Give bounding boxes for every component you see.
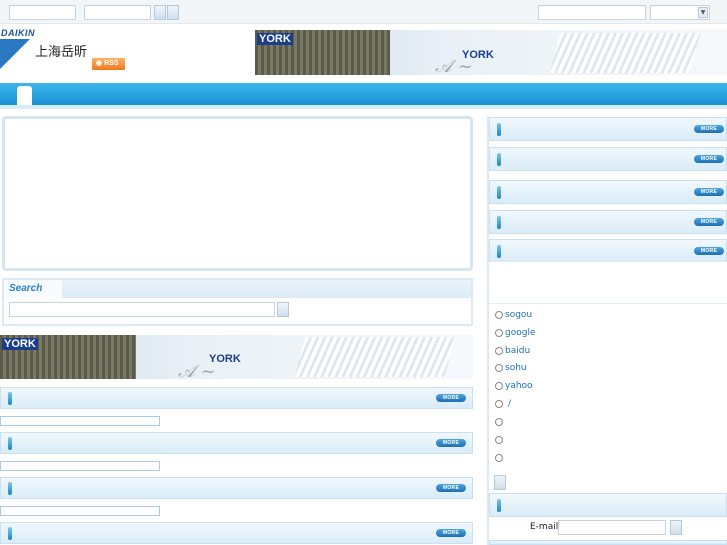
radio-sogou[interactable]: sogou <box>495 308 532 322</box>
company-name: 上海岳昕 <box>35 45 88 60</box>
top-input-2[interactable] <box>84 5 151 20</box>
banner-york-logo-2: YORK <box>209 353 241 365</box>
daikin-mark-icon <box>0 39 30 69</box>
radio-label: sohu <box>505 363 527 373</box>
email-label: E-mail <box>530 522 559 532</box>
main-content-box <box>2 116 473 271</box>
top-search-input[interactable] <box>538 5 646 20</box>
email-input[interactable] <box>558 520 666 535</box>
right-bar-bottom <box>489 540 727 545</box>
top-select[interactable]: ▼ <box>650 5 710 20</box>
right-bar-1: MORE <box>489 117 727 141</box>
more-button[interactable]: MORE <box>694 247 724 255</box>
section-marker-icon <box>8 392 12 405</box>
section-marker-icon <box>8 527 12 540</box>
right-bar-3: MORE <box>489 180 727 204</box>
radio-sohu[interactable]: sohu <box>495 361 527 375</box>
section-bar-3: MORE <box>0 477 473 499</box>
rss-icon: ◉ <box>96 60 103 67</box>
radio-label: google <box>505 328 536 338</box>
section-content-2 <box>0 461 160 471</box>
radio-label: baidu <box>505 346 531 356</box>
radio-icon <box>495 418 503 426</box>
radio-label: yahoo <box>505 381 533 391</box>
right-bar-newsletter <box>489 493 727 517</box>
search-button[interactable] <box>277 302 289 317</box>
more-button[interactable]: MORE <box>694 125 724 133</box>
radio-yahoo[interactable]: yahoo <box>495 379 533 393</box>
search-engine-submit-button[interactable] <box>494 475 506 490</box>
more-button[interactable]: MORE <box>694 218 724 226</box>
radio-option-8[interactable] <box>495 433 505 447</box>
more-button[interactable]: MORE <box>694 188 724 196</box>
radio-google[interactable]: google <box>495 326 535 340</box>
radio-icon <box>495 382 503 390</box>
radio-icon <box>495 329 503 337</box>
more-button[interactable]: MORE <box>694 155 724 163</box>
banner-york-logo-1: YORK <box>257 33 293 45</box>
top-button-1[interactable] <box>154 5 166 20</box>
radio-icon <box>495 311 503 319</box>
radio-option-7[interactable] <box>495 415 505 429</box>
right-content-box <box>489 262 727 304</box>
section-marker-icon <box>497 153 501 166</box>
radio-icon <box>495 347 503 355</box>
rss-label: RSS <box>104 60 119 67</box>
section-content-3 <box>0 506 160 516</box>
top-input-1[interactable] <box>9 5 76 20</box>
section-bar-2: MORE <box>0 432 473 454</box>
radio-baidu[interactable]: baidu <box>495 344 530 358</box>
section-marker-icon <box>8 482 12 495</box>
more-button[interactable]: MORE <box>436 484 466 492</box>
radio-label: / <box>508 399 512 409</box>
section-bar-4: MORE <box>0 522 473 544</box>
radio-option-6[interactable]: / <box>495 397 511 411</box>
radio-icon <box>495 436 503 444</box>
daikin-brand: DAIKIN <box>1 28 35 38</box>
middle-banner[interactable]: YORK 𝒜 ~ YORK <box>0 335 473 379</box>
section-content-1 <box>0 416 160 426</box>
banner-york-logo-1: YORK <box>2 338 38 350</box>
top-toolbar: ▼ <box>0 0 727 24</box>
section-marker-icon <box>497 216 501 229</box>
rss-button[interactable]: ◉ RSS <box>92 58 125 70</box>
search-title: Search <box>9 283 43 294</box>
radio-option-9[interactable] <box>495 451 505 465</box>
right-bar-5: MORE <box>489 239 727 263</box>
right-bar-2: MORE <box>489 147 727 171</box>
top-banner[interactable]: YORK 𝒜 ~ YORK <box>255 30 727 75</box>
chevron-down-icon: ▼ <box>698 7 708 18</box>
radio-icon <box>495 364 503 372</box>
banner-ac-unit <box>549 33 701 73</box>
nav-tab-home[interactable] <box>17 86 32 105</box>
more-button[interactable]: MORE <box>436 529 466 537</box>
more-button[interactable]: MORE <box>436 439 466 447</box>
radio-label: sogou <box>505 310 533 320</box>
section-marker-icon <box>8 437 12 450</box>
section-marker-icon <box>497 186 501 199</box>
section-marker-icon <box>497 245 501 258</box>
section-marker-icon <box>497 499 501 512</box>
email-submit-button[interactable] <box>670 520 682 535</box>
section-marker-icon <box>497 123 501 136</box>
top-button-2[interactable] <box>167 5 179 20</box>
banner-ac-unit <box>294 337 456 377</box>
search-panel: Search <box>2 278 473 326</box>
search-input[interactable] <box>9 302 275 317</box>
radio-icon <box>495 454 503 462</box>
banner-york-logo-2: YORK <box>462 49 494 61</box>
more-button[interactable]: MORE <box>436 394 466 402</box>
search-header: Search <box>4 280 471 298</box>
radio-icon <box>495 400 503 408</box>
nav-underline <box>0 105 727 109</box>
logo[interactable]: DAIKIN 上海岳昕 ◉ RSS <box>0 27 130 75</box>
right-bar-4: MORE <box>489 210 727 234</box>
section-bar-1: MORE <box>0 387 473 409</box>
nav-bar <box>0 83 727 105</box>
